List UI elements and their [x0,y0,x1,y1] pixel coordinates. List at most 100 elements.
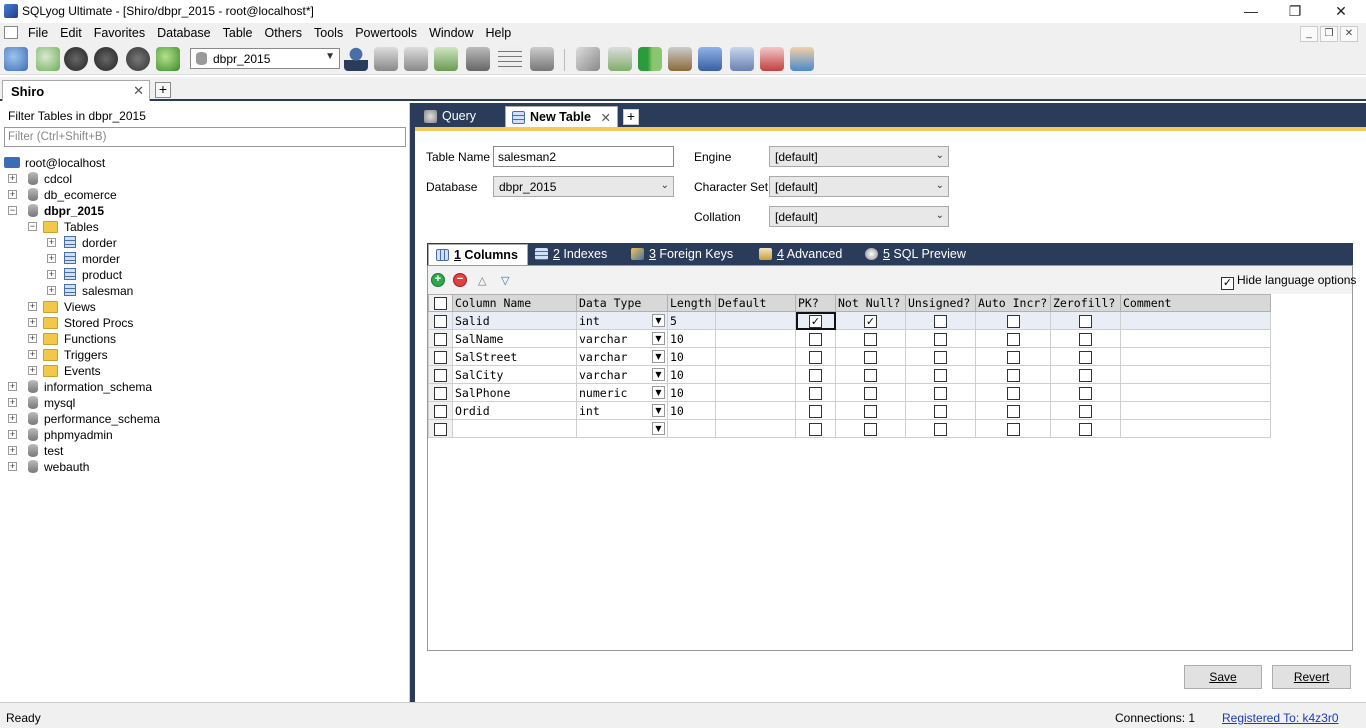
zerofill-checkbox[interactable] [1079,314,1092,328]
table-row[interactable]: SalStreet varchar ▼ 10 [428,347,1271,366]
row-select-checkbox[interactable] [434,350,447,364]
pk-cell[interactable] [795,365,836,384]
notnull-cell[interactable]: ✓ [835,311,906,330]
autoincr-cell[interactable] [975,365,1051,384]
zerofill-checkbox[interactable] [1079,404,1092,418]
length-cell[interactable]: 10 [667,365,716,384]
data-type-cell[interactable]: varchar ▼ [576,365,668,384]
unsigned-checkbox[interactable] [934,350,947,364]
select-all-checkbox[interactable] [434,297,447,310]
expand-icon[interactable]: + [47,270,56,279]
autoincr-checkbox[interactable] [1006,314,1020,328]
data-type-cell[interactable]: int ▼ [576,311,668,330]
engine-select[interactable]: [default] ⌄ [769,146,949,167]
table-row[interactable]: Ordid int ▼ 10 [428,401,1271,420]
default-cell[interactable] [715,347,796,366]
dropdown-arrow-icon[interactable]: ▼ [652,386,665,399]
notnull-checkbox[interactable] [864,368,877,382]
comment-cell[interactable] [1120,383,1271,402]
unsigned-cell[interactable] [905,329,976,348]
unsigned-checkbox[interactable] [934,404,947,418]
expand-icon[interactable]: + [28,318,37,327]
col-header-name[interactable]: Column Name [452,294,577,312]
zerofill-checkbox[interactable] [1079,368,1092,382]
row-select-checkbox[interactable] [434,368,447,382]
autoincr-checkbox[interactable] [1006,368,1020,382]
zerofill-checkbox[interactable] [1079,422,1092,436]
database-selector[interactable]: dbpr_2015 ▼ [190,48,340,69]
autoincr-cell[interactable] [975,419,1051,438]
data-sync-icon[interactable] [608,47,632,71]
collation-select[interactable]: [default] ⌄ [769,206,949,227]
minimize-button[interactable]: — [1228,0,1274,23]
mdi-restore-button[interactable]: ❐ [1320,26,1338,42]
length-cell[interactable]: 10 [667,383,716,402]
col-header-type[interactable]: Data Type [576,294,668,312]
row-select-cell[interactable] [428,365,453,384]
schema-designer-icon[interactable] [760,47,784,71]
notnull-cell[interactable] [835,401,906,420]
notnull-checkbox[interactable] [864,350,877,364]
comment-cell[interactable] [1120,347,1271,366]
col-header-autoincr[interactable]: Auto Incr? [975,294,1051,312]
menu-favorites[interactable]: Favorites [88,23,151,43]
connection-tab[interactable]: Shiro ✕ [2,80,150,101]
default-cell[interactable] [715,401,796,420]
length-cell[interactable]: 10 [667,329,716,348]
unsigned-cell[interactable] [905,419,976,438]
column-name-cell[interactable]: SalPhone [452,383,577,402]
pk-cell[interactable] [795,329,836,348]
zerofill-checkbox[interactable] [1079,350,1092,364]
tab-sql-preview[interactable]: 5 SQL Preview [858,244,983,265]
default-cell[interactable] [715,365,796,384]
table-row[interactable]: SalCity varchar ▼ 10 [428,365,1271,384]
menu-database[interactable]: Database [151,23,217,43]
charset-select[interactable]: [default] ⌄ [769,176,949,197]
length-cell[interactable]: 10 [667,347,716,366]
expand-icon[interactable]: + [28,334,37,343]
delete-column-icon[interactable]: − [453,273,467,287]
zerofill-checkbox[interactable] [1079,386,1092,400]
notnull-cell[interactable] [835,365,906,384]
default-cell[interactable] [715,311,796,330]
mdi-minimize-button[interactable]: _ [1300,26,1318,42]
row-select-cell[interactable] [428,329,453,348]
compare-icon[interactable] [638,47,662,71]
autoincr-checkbox[interactable] [1006,332,1020,346]
unsigned-checkbox[interactable] [934,422,947,436]
notnull-cell[interactable] [835,419,906,438]
expand-icon[interactable]: + [8,382,17,391]
hide-language-checkbox[interactable]: ✓ [1221,277,1234,290]
new-connection-icon[interactable] [4,47,28,71]
autoincr-checkbox[interactable] [1006,386,1020,400]
new-query-icon[interactable] [36,47,60,71]
refresh-icon[interactable] [156,47,180,71]
execute-icon[interactable] [64,47,88,71]
autoincr-cell[interactable] [975,383,1051,402]
collapse-icon[interactable]: − [8,206,17,215]
menu-powertools[interactable]: Powertools [349,23,423,43]
autoincr-checkbox[interactable] [1006,350,1020,364]
zerofill-checkbox[interactable] [1079,332,1092,346]
move-down-icon[interactable]: ▽ [501,274,509,287]
menu-tools[interactable]: Tools [308,23,349,43]
comment-cell[interactable] [1120,401,1271,420]
expand-icon[interactable]: + [28,350,37,359]
row-select-cell[interactable] [428,383,453,402]
menu-help[interactable]: Help [480,23,518,43]
table-row[interactable]: SalName varchar ▼ 10 [428,329,1271,348]
table-copy-icon[interactable] [530,47,554,71]
save-button[interactable]: Save [1184,665,1262,689]
notnull-checkbox[interactable] [864,386,877,400]
close-icon[interactable]: ✕ [133,83,144,99]
unsigned-cell[interactable] [905,365,976,384]
unsigned-checkbox[interactable] [934,368,947,382]
row-select-checkbox[interactable] [434,386,447,400]
notnull-checkbox[interactable] [864,422,877,436]
dropdown-arrow-icon[interactable]: ▼ [652,422,665,435]
row-select-checkbox[interactable] [434,404,447,418]
zerofill-cell[interactable] [1050,329,1121,348]
pk-cell[interactable] [795,347,836,366]
data-modeling-icon[interactable] [790,47,814,71]
mdi-close-button[interactable]: ✕ [1340,26,1358,42]
